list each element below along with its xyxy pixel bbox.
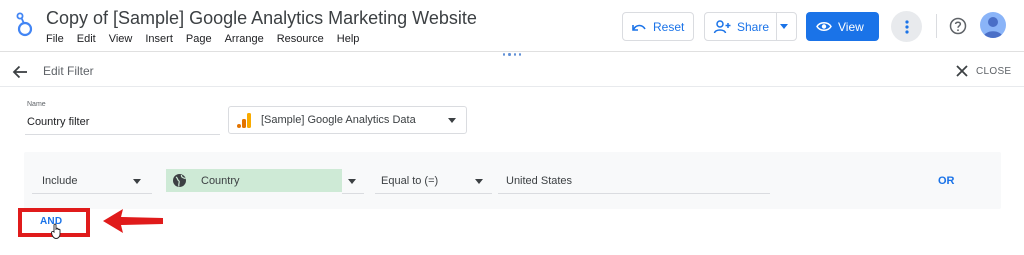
view-button[interactable]: View xyxy=(806,12,879,41)
operator-label: Equal to (=) xyxy=(381,175,439,187)
add-person-icon xyxy=(713,19,731,33)
menu-edit[interactable]: Edit xyxy=(77,33,96,45)
menu-arrange[interactable]: Arrange xyxy=(225,33,264,45)
help-icon xyxy=(949,17,967,35)
name-field-label: Name xyxy=(27,101,46,108)
arrow-back-icon[interactable] xyxy=(11,63,29,81)
menu-file[interactable]: File xyxy=(46,33,64,45)
menu-resource[interactable]: Resource xyxy=(277,33,324,45)
operator-select[interactable]: Equal to (=) xyxy=(375,169,492,194)
name-field-underline xyxy=(25,134,220,135)
dimension-caret-icon[interactable] xyxy=(348,179,356,184)
reset-button[interactable]: Reset xyxy=(622,12,694,41)
header-divider xyxy=(0,86,1024,87)
avatar[interactable] xyxy=(980,12,1006,38)
analytics-icon xyxy=(237,113,251,128)
page-title: Edit Filter xyxy=(43,64,94,78)
caret-down-icon xyxy=(779,24,788,29)
help-button[interactable] xyxy=(946,14,970,38)
toolbar-divider xyxy=(936,14,937,38)
menu-bar: File Edit View Insert Page Arrange Resou… xyxy=(46,33,372,45)
value-input[interactable]: United States xyxy=(498,169,770,194)
caret-down-icon xyxy=(475,179,483,184)
filter-name-input[interactable]: Country filter xyxy=(27,116,89,128)
undo-icon xyxy=(632,24,646,31)
view-label: View xyxy=(838,19,864,34)
value-text: United States xyxy=(506,175,573,187)
user-avatar-icon xyxy=(983,17,1003,38)
menu-help[interactable]: Help xyxy=(337,33,360,45)
share-dropdown-button[interactable] xyxy=(776,13,796,40)
reset-label: Reset xyxy=(653,19,685,34)
include-select[interactable]: Include xyxy=(32,169,152,194)
eye-icon xyxy=(816,22,832,31)
close-button[interactable]: CLOSE xyxy=(976,66,1011,77)
annotation-arrow-icon xyxy=(103,209,163,233)
include-label: Include xyxy=(42,175,78,187)
share-button[interactable]: Share xyxy=(704,12,797,41)
edit-filter-header: Edit Filter CLOSE xyxy=(0,57,1024,86)
menu-view[interactable]: View xyxy=(109,33,133,45)
dimension-label: Country xyxy=(201,175,240,187)
data-studio-logo-icon[interactable] xyxy=(14,10,34,38)
filter-clause: Include Country Equal to (=) United Stat… xyxy=(24,152,1001,209)
more-vert-icon xyxy=(904,19,909,34)
app-header: Copy of [Sample] Google Analytics Market… xyxy=(0,0,1024,52)
globe-icon xyxy=(173,174,186,187)
menu-insert[interactable]: Insert xyxy=(145,33,173,45)
caret-down-icon xyxy=(448,118,456,123)
data-source-label: [Sample] Google Analytics Data xyxy=(261,114,416,126)
dimension-chip xyxy=(166,169,342,192)
close-icon[interactable] xyxy=(955,64,969,78)
report-title[interactable]: Copy of [Sample] Google Analytics Market… xyxy=(46,8,477,29)
more-options-button[interactable] xyxy=(891,11,922,42)
data-source-select[interactable]: [Sample] Google Analytics Data xyxy=(228,106,467,134)
dimension-select[interactable]: Country xyxy=(166,169,342,193)
share-label: Share xyxy=(737,19,770,34)
or-button[interactable]: OR xyxy=(938,175,955,187)
hand-cursor-icon xyxy=(51,223,61,239)
menu-page[interactable]: Page xyxy=(186,33,212,45)
clause-row: Include Country Equal to (=) United Stat… xyxy=(24,169,1001,194)
caret-down-icon xyxy=(133,179,141,184)
